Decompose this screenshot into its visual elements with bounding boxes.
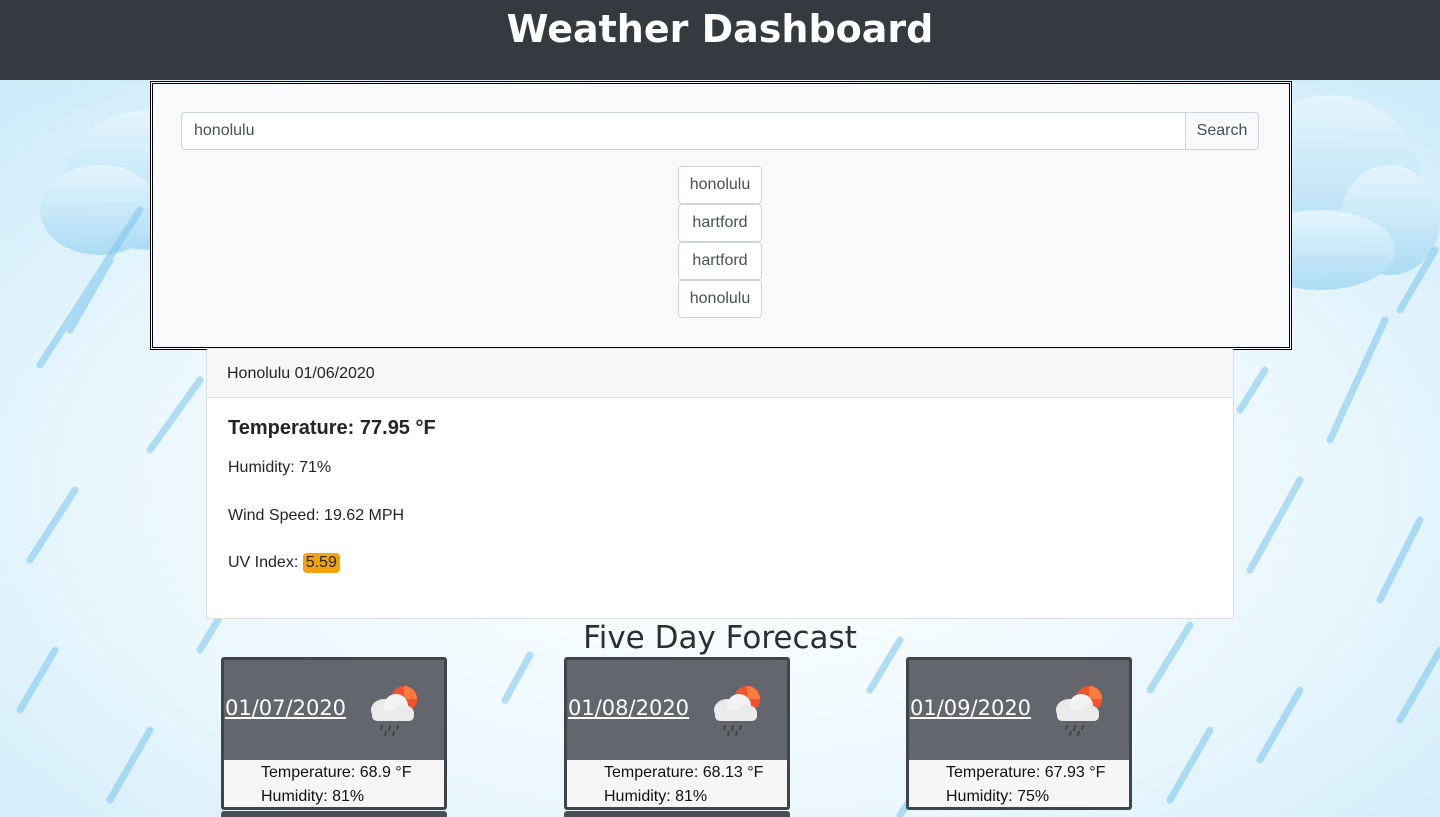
history-item-button[interactable]: honolulu (678, 280, 762, 318)
current-wind-speed: Wind Speed: 19.62 MPH (228, 507, 405, 524)
forecast-card-body: Temperature: 68.13 °F Humidity: 81% (567, 760, 787, 807)
rain-sun-cloud-icon (371, 686, 417, 736)
page-title: Weather Dashboard (506, 7, 934, 51)
forecast-humidity: Humidity: 81% (604, 788, 708, 805)
forecast-date-link[interactable]: 01/09/2020 (910, 696, 1031, 720)
forecast-temperature: Temperature: 68.9 °F (261, 764, 412, 781)
rain-sun-cloud-icon (1056, 686, 1102, 736)
forecast-temperature: Temperature: 68.13 °F (604, 764, 764, 781)
forecast-humidity: Humidity: 75% (946, 788, 1050, 805)
history-item-button[interactable]: hartford (678, 242, 762, 280)
forecast-date-link[interactable]: 01/08/2020 (568, 696, 689, 720)
forecast-card: 01/08/2020 Temperature: 68.13 °F Humidit… (564, 657, 790, 810)
current-uv-index: UV Index: 5.59 (228, 553, 340, 573)
current-humidity: Humidity: 71% (228, 459, 332, 476)
rain-sun-cloud-icon (714, 686, 760, 736)
forecast-card: 01/09/2020 Temperature: 67.93 °F Humidit… (906, 657, 1132, 810)
current-temperature: Temperature: 77.95 °F (228, 417, 436, 439)
forecast-card-next-row (564, 811, 790, 817)
app-header: Weather Dashboard (0, 0, 1440, 80)
forecast-card: 01/07/2020 Temperature: 68.9 °F Humidity… (221, 657, 447, 810)
forecast-card-next-row (221, 811, 447, 817)
search-button[interactable]: Search (1185, 112, 1259, 150)
forecast-humidity: Humidity: 81% (261, 788, 365, 805)
history-item-button[interactable]: honolulu (678, 166, 762, 204)
uv-index-label: UV Index: (228, 554, 303, 571)
current-city-date: Honolulu 01/06/2020 (207, 349, 1233, 398)
city-search-input[interactable] (181, 112, 1185, 150)
forecast-temperature: Temperature: 67.93 °F (946, 764, 1106, 781)
history-item-button[interactable]: hartford (678, 204, 762, 242)
forecast-title: Five Day Forecast (583, 620, 857, 656)
forecast-date-link[interactable]: 01/07/2020 (225, 696, 346, 720)
search-panel: Search honolulu hartford hartford honolu… (150, 81, 1292, 350)
current-weather-card: Honolulu 01/06/2020 Temperature: 77.95 °… (206, 348, 1234, 619)
forecast-card-body: Temperature: 67.93 °F Humidity: 75% (909, 760, 1129, 807)
uv-index-badge: 5.59 (302, 553, 340, 573)
forecast-card-body: Temperature: 68.9 °F Humidity: 81% (224, 760, 444, 807)
